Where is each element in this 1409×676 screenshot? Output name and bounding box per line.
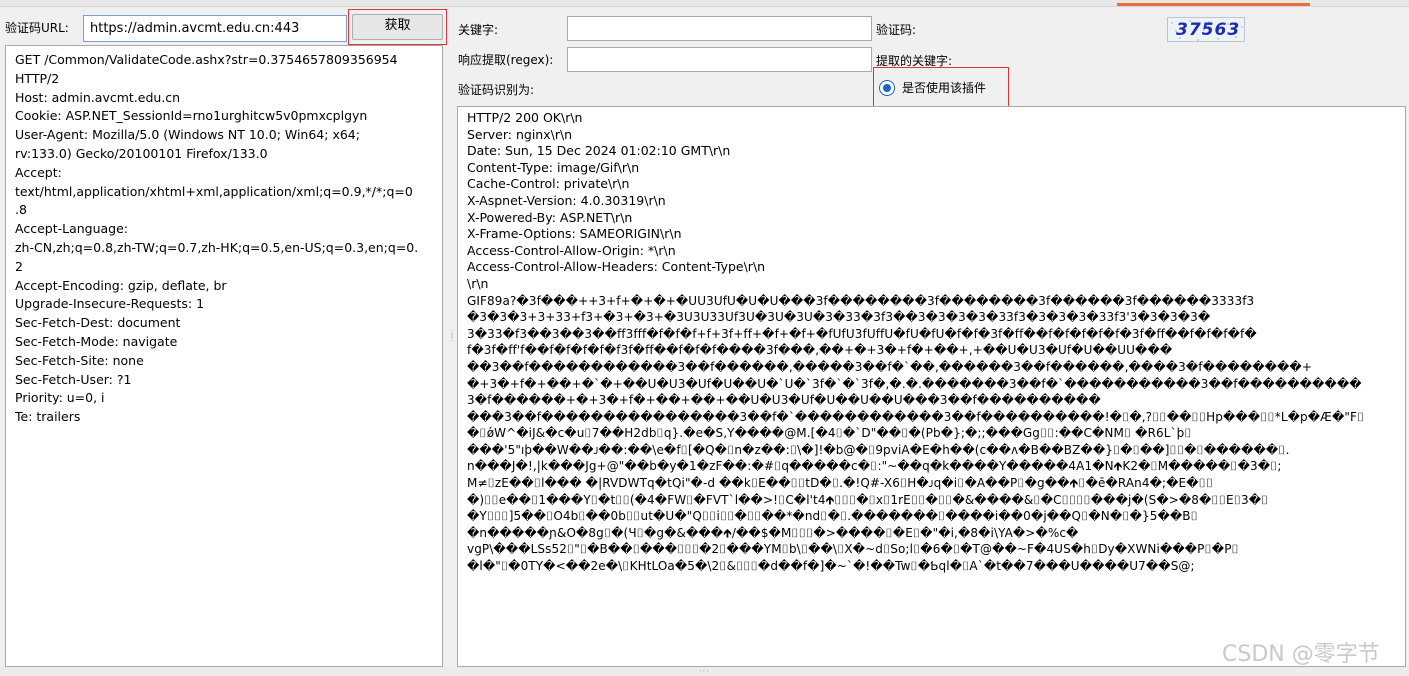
response-binary-line: GIF89a?�3f���++3+f+�+�+�UU3UfU�U�U���3f�…: [467, 293, 1255, 308]
request-line: Upgrade-Insecure-Requests: 1: [15, 296, 205, 312]
response-header-line: Access-Control-Allow-Headers: Content-Ty…: [467, 259, 766, 275]
response-binary-line: vgP\���LSs52⌷"⌷�B��⌷���⌷⌷⌷�2⌷���YM⌷b\⌷��…: [467, 542, 1239, 557]
captcha-url-value: https://admin.avcmt.edu.cn:443: [90, 21, 300, 36]
captcha-image: 37563: [1167, 17, 1245, 42]
response-binary-line: n���J�!,|k���Jg+@"��b�y�1�zF��:�#⌷q�����…: [467, 459, 1282, 474]
request-line: Accept-Encoding: gzip, deflate, br: [15, 277, 227, 293]
response-binary-line: 3�f������+�+3�+f�+��+��+��U�U3�Uf�U��U��…: [467, 393, 1101, 408]
request-line: Cookie: ASP.NET_SessionId=rno1urghitcw5v…: [15, 108, 368, 124]
response-binary-line: 3�33�f3��3��3��ff3fff�f�f�f+f+3f+ff+�f+�…: [467, 326, 1257, 341]
response-header-line: X-Powered-By: ASP.NET\r\n: [467, 209, 633, 225]
request-line: text/html,application/xhtml+xml,applicat…: [15, 183, 413, 199]
response-header-line: Date: Sun, 15 Dec 2024 01:02:10 GMT\r\n: [467, 143, 731, 159]
response-header-line: HTTP/2 200 OK\r\n: [467, 110, 583, 125]
captcha-url-input[interactable]: https://admin.avcmt.edu.cn:443: [83, 15, 347, 42]
response-binary-line: �3�3�3+3+33+f3+�3+�3+�3U3U33Uf3U�3U�3U�3…: [467, 310, 1211, 325]
response-binary-line: �)⌷⌷e��⌷1���Y⌷�t⌷⌷(�4�FW⌷�FVT`l��>!⌷C�l'…: [467, 492, 1269, 507]
response-header-line: X-Frame-Options: SAMEORIGIN\r\n: [467, 226, 682, 242]
request-line: Te: trailers: [15, 409, 81, 425]
response-binary-line: �⌷ǿW^�iJ&�c�u⌷7��H2db⌷q}.�e�S,Y����@M.[�…: [467, 426, 1192, 441]
request-line: Sec-Fetch-Dest: document: [15, 315, 181, 331]
response-binary-line: �n�����ɲ&O�8g⌷�(Ч⌷�g�&���🡹/��$�M⌷⌷⌷�>���…: [467, 525, 1079, 540]
response-binary-line: M≠⌷zE��⌷l��� �|RVDWTq�tQi"�-d ��k⌷E��⌷⌷t…: [467, 476, 1214, 491]
regex-label: 响应提取(regex):: [458, 53, 554, 67]
captcha-label: 验证码:: [876, 23, 917, 37]
captcha-url-label: 验证码URL:: [5, 21, 69, 35]
request-line: Accept:: [15, 164, 62, 180]
response-header-line: Content-Type: image/Gif\r\n: [467, 159, 640, 175]
pane-splitter-handle[interactable]: ⋮ ⋮: [448, 330, 456, 346]
request-line: Sec-Fetch-User: ?1: [15, 371, 132, 387]
resize-grip-icon[interactable]: ···: [699, 668, 710, 676]
response-header-line: X-Aspnet-Version: 4.0.30319\r\n: [467, 192, 666, 208]
response-binary-line: �+3�+f�+��+�`�+��U�U3�Uf�U��U�`U�`3f�`�`…: [467, 376, 1362, 391]
keyword-label: 关键字:: [458, 23, 499, 37]
request-line: rv:133.0) Gecko/20100101 Firefox/133.0: [15, 145, 268, 161]
response-content: HTTP/2 200 OK\r\n Server: nginx\r\n Date: …: [467, 110, 1397, 575]
request-line: 2: [15, 258, 23, 274]
response-binary-line: ���3��f����������������3��f�`�����������…: [467, 409, 1365, 424]
response-binary-line: �Y⌷⌷⌷]5��⌷O4b⌷��0b⌷⌷ut�U�"Q⌷⌷i⌷⌷�⌷⌷��*�n…: [467, 509, 1198, 524]
request-line: Priority: u=0, i: [15, 390, 105, 406]
request-line: .8: [15, 202, 27, 218]
response-header-line: Cache-Control: private\r\n: [467, 176, 630, 192]
recognized-as-label: 验证码识别为:: [458, 83, 535, 97]
response-header-line: \r\n: [467, 275, 489, 291]
plugin-enable-radio[interactable]: [879, 80, 895, 96]
request-content: GET /Common/ValidateCode.ashx?str=0.3754…: [15, 51, 418, 427]
response-textarea[interactable]: HTTP/2 200 OK\r\n Server: nginx\r\n Date: …: [457, 106, 1406, 667]
active-tab-indicator: [1117, 3, 1310, 6]
request-line: zh-CN,zh;q=0.8,zh-TW;q=0.7,zh-HK;q=0.5,e…: [15, 239, 419, 255]
request-line: Sec-Fetch-Mode: navigate: [15, 333, 178, 349]
fetch-button[interactable]: 获取: [352, 14, 443, 40]
request-line: Accept-Language:: [15, 221, 129, 237]
request-line: HTTP/2: [15, 70, 60, 86]
response-header-line: Server: nginx\r\n: [467, 126, 573, 142]
keyword-input[interactable]: [567, 16, 872, 41]
response-header-line: Access-Control-Allow-Origin: *\r\n: [467, 242, 676, 258]
request-textarea[interactable]: GET /Common/ValidateCode.ashx?str=0.3754…: [5, 45, 443, 667]
plugin-radio-label[interactable]: 是否使用该插件: [902, 80, 986, 96]
response-binary-line: ��3��f������������3��f������,�����3��f�`…: [467, 359, 1312, 374]
radio-selected-dot: [883, 84, 891, 92]
response-binary-line: ���'5"ı⁠þ��W��ᴊ��:��\e�f⌷[�Q�⌷n�z��:⌷\�]…: [467, 442, 1290, 457]
response-binary-line: �l�"⌷�0TY�<��2e�\⌷KHtLOa�5�\2⌷&⌷⌷⌷�d��f�…: [467, 559, 1195, 574]
response-binary-line: f�3f�ff'f��f�f�f�f�f3f�ff��f�f�f����3f��…: [467, 343, 1173, 358]
captcha-text: 37563: [1176, 20, 1241, 40]
watermark: CSDN @零字节: [1222, 642, 1380, 667]
request-line: Host: admin.avcmt.edu.cn: [15, 89, 181, 105]
request-line: Sec-Fetch-Site: none: [15, 352, 144, 368]
request-line: User-Agent: Mozilla/5.0 (Windows NT 10.0…: [15, 127, 360, 143]
regex-input[interactable]: [567, 47, 872, 72]
request-line: GET /Common/ValidateCode.ashx?str=0.3754…: [15, 52, 398, 67]
